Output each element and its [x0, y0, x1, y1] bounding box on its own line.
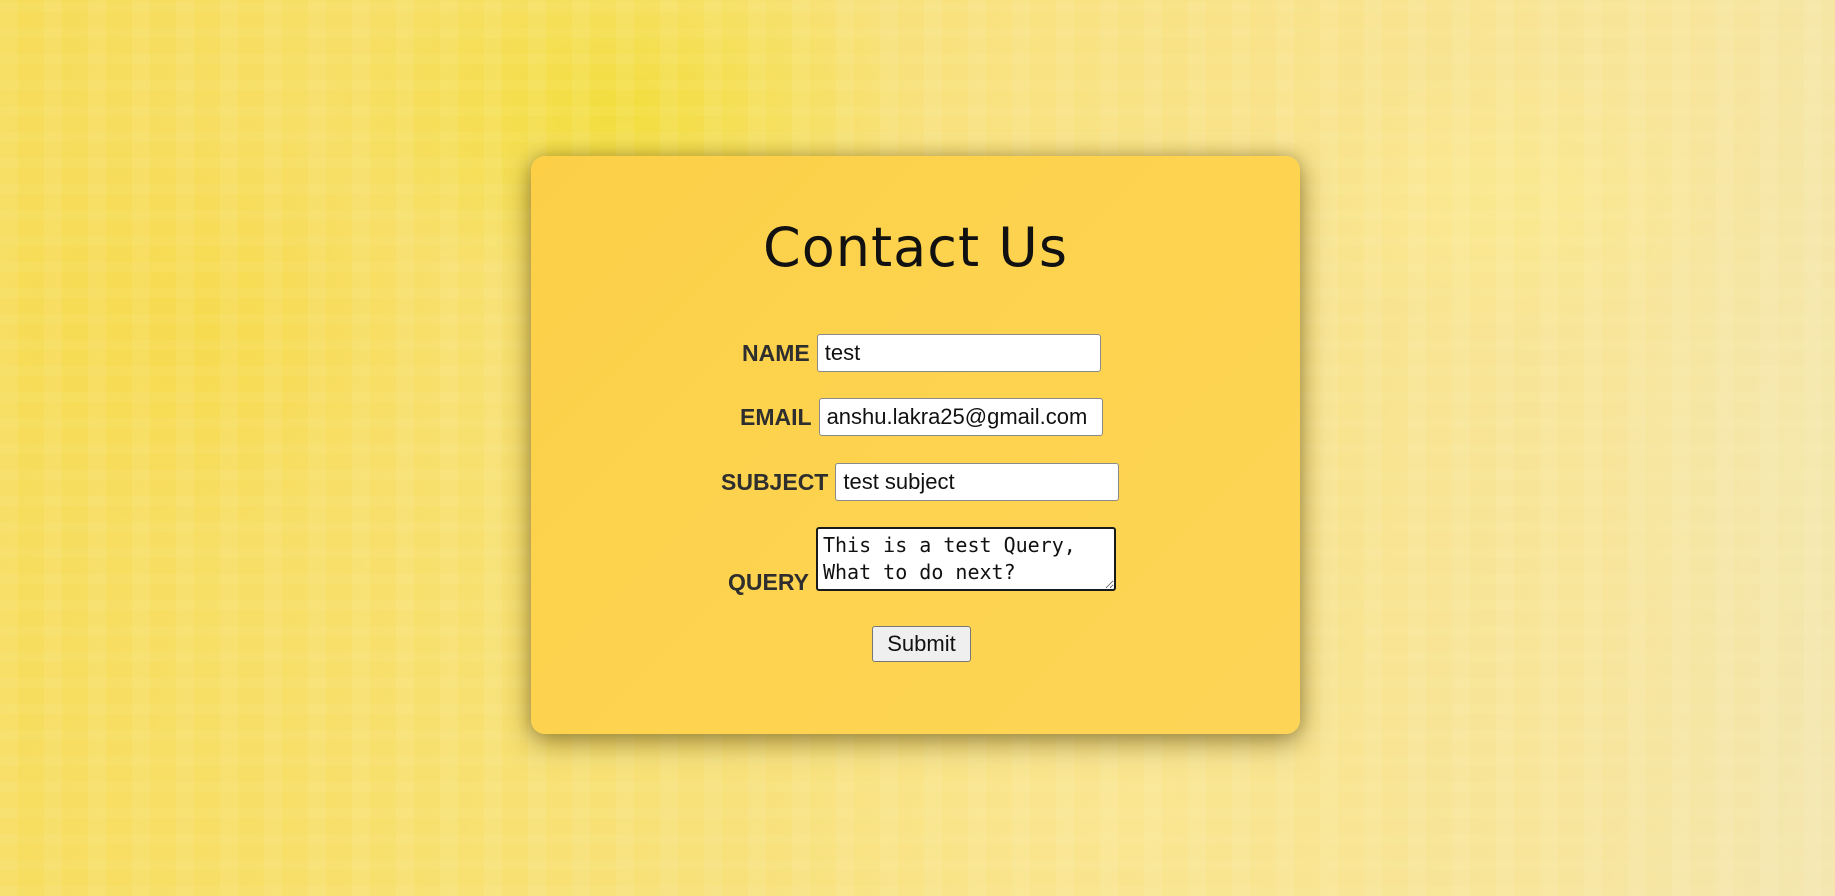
email-field[interactable] — [818, 398, 1103, 436]
email-row: EMAIL — [740, 398, 1103, 436]
query-textarea[interactable]: This is a test Query, What to do next? — [815, 527, 1116, 591]
subject-field[interactable] — [835, 463, 1120, 501]
submit-button[interactable]: Submit — [872, 626, 971, 662]
subject-row: SUBJECT — [721, 463, 1120, 501]
query-row: QUERY This is a test Query, What to do n… — [728, 527, 1116, 595]
subject-label: SUBJECT — [721, 468, 829, 495]
contact-form-card: Contact Us NAME EMAIL SUBJECT QUERY This… — [531, 156, 1300, 734]
query-label: QUERY — [728, 569, 809, 595]
name-row: NAME — [742, 334, 1101, 372]
page-title: Contact Us — [763, 216, 1068, 279]
email-label: EMAIL — [740, 403, 812, 430]
name-field[interactable] — [816, 334, 1101, 372]
name-label: NAME — [742, 339, 810, 366]
